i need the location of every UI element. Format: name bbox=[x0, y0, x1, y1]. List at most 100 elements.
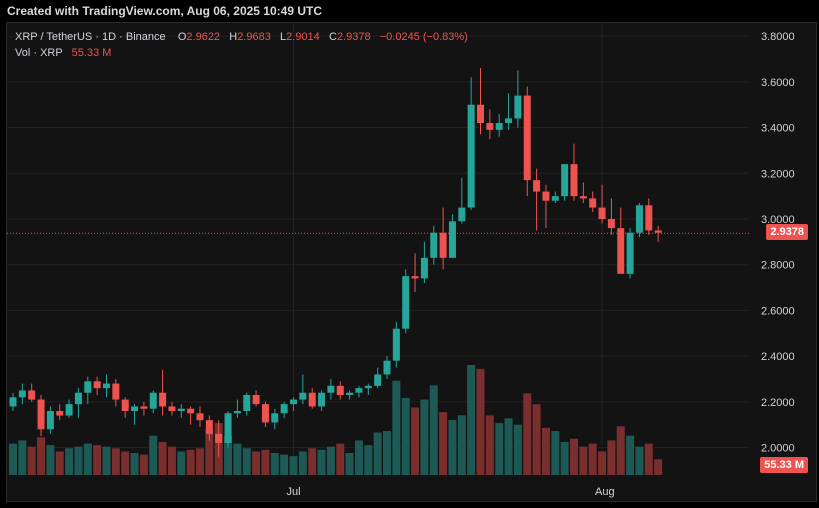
candle-body[interactable] bbox=[280, 404, 288, 414]
candle-body[interactable] bbox=[28, 390, 36, 400]
candle-body[interactable] bbox=[495, 123, 503, 130]
candle-body[interactable] bbox=[645, 205, 653, 231]
volume-bar bbox=[326, 446, 335, 475]
candle-body[interactable] bbox=[215, 433, 223, 443]
candle-body[interactable] bbox=[84, 381, 92, 393]
volume-bar bbox=[607, 440, 616, 475]
candle-body[interactable] bbox=[486, 123, 494, 130]
volume-bar bbox=[411, 407, 420, 475]
candle-body[interactable] bbox=[346, 392, 354, 395]
volume-bar bbox=[55, 451, 64, 475]
y-tick-label: 2.2000 bbox=[761, 397, 795, 409]
candle-body[interactable] bbox=[308, 392, 316, 407]
candle-body[interactable] bbox=[18, 390, 26, 398]
candle-body[interactable] bbox=[411, 276, 419, 279]
candle-body[interactable] bbox=[46, 411, 54, 430]
open-value: 2.9622 bbox=[186, 31, 221, 43]
volume-bar bbox=[74, 446, 83, 475]
candle-body[interactable] bbox=[654, 230, 662, 233]
candle-body[interactable] bbox=[448, 221, 456, 258]
volume-bar bbox=[373, 432, 382, 475]
y-tick-label: 3.2000 bbox=[761, 168, 795, 180]
volume-bar bbox=[383, 431, 391, 475]
candle-body[interactable] bbox=[561, 164, 569, 197]
volume-bar bbox=[570, 438, 578, 475]
candle-body[interactable] bbox=[121, 399, 129, 411]
candle-body[interactable] bbox=[570, 164, 578, 197]
candle-body[interactable] bbox=[327, 385, 335, 393]
volume-bar bbox=[139, 454, 148, 475]
candle-body[interactable] bbox=[205, 420, 213, 434]
volume-bar bbox=[644, 443, 653, 475]
candle-body[interactable] bbox=[598, 207, 606, 219]
candle-body[interactable] bbox=[261, 404, 269, 423]
candle-body[interactable] bbox=[318, 392, 326, 407]
volume-bar bbox=[541, 427, 550, 475]
candle-body[interactable] bbox=[533, 180, 541, 192]
candle-body[interactable] bbox=[635, 205, 643, 233]
candle-body[interactable] bbox=[355, 388, 363, 393]
watermark-bar: Created with TradingView.com, Aug 06, 20… bbox=[0, 0, 819, 22]
candle-body[interactable] bbox=[290, 399, 297, 405]
candle-body[interactable] bbox=[514, 95, 522, 119]
candle-body[interactable] bbox=[579, 196, 587, 199]
candle-body[interactable] bbox=[149, 392, 157, 409]
candle-body[interactable] bbox=[159, 392, 167, 407]
candle-body[interactable] bbox=[140, 406, 148, 409]
candle-body[interactable] bbox=[336, 385, 344, 395]
candle-body[interactable] bbox=[607, 219, 615, 229]
candle-body[interactable] bbox=[74, 392, 82, 405]
x-tick-label: Jul bbox=[287, 486, 301, 498]
candle-body[interactable] bbox=[112, 383, 120, 400]
candle-body[interactable] bbox=[551, 196, 559, 201]
volume-bar bbox=[598, 451, 607, 475]
candle-body[interactable] bbox=[243, 395, 251, 411]
candle-body[interactable] bbox=[589, 198, 597, 208]
y-tick-label: 3.4000 bbox=[761, 123, 795, 135]
x-tick-label: Aug bbox=[595, 486, 615, 498]
candle-body[interactable] bbox=[439, 232, 447, 258]
candle-body[interactable] bbox=[477, 104, 484, 123]
candle-body[interactable] bbox=[103, 383, 110, 389]
candle-body[interactable] bbox=[542, 191, 550, 201]
candle-body[interactable] bbox=[233, 411, 241, 414]
candle-body[interactable] bbox=[617, 228, 625, 274]
candle-body[interactable] bbox=[467, 104, 475, 208]
candle-body[interactable] bbox=[177, 408, 185, 411]
candle-body[interactable] bbox=[420, 257, 428, 279]
candle-body[interactable] bbox=[65, 404, 73, 416]
candle-body[interactable] bbox=[505, 118, 513, 123]
y-tick-label: 3.6000 bbox=[761, 77, 795, 89]
candle-body[interactable] bbox=[56, 411, 64, 416]
symbol-label[interactable]: XRP / TetherUS · 1D · Binance bbox=[15, 31, 166, 43]
candle-body[interactable] bbox=[252, 395, 260, 405]
candle-body[interactable] bbox=[93, 381, 101, 389]
candle-body[interactable] bbox=[224, 413, 232, 443]
candle-body[interactable] bbox=[430, 232, 438, 258]
candle-body[interactable] bbox=[187, 408, 195, 414]
candle-body[interactable] bbox=[131, 406, 139, 411]
volume-bar bbox=[532, 404, 541, 475]
candle-body[interactable] bbox=[9, 397, 17, 407]
candle-body[interactable] bbox=[523, 95, 531, 181]
candle-body[interactable] bbox=[196, 413, 204, 421]
candle-body[interactable] bbox=[299, 392, 307, 400]
candle-body[interactable] bbox=[392, 328, 400, 361]
high-value: 2.9683 bbox=[237, 31, 271, 43]
created-with-text: Created with TradingView.com, Aug 06, 20… bbox=[7, 4, 322, 18]
volume-bar bbox=[158, 442, 167, 475]
y-tick-label: 2.0000 bbox=[761, 443, 795, 455]
candle-body[interactable] bbox=[458, 207, 466, 222]
candle-body[interactable] bbox=[402, 276, 410, 329]
candle-body[interactable] bbox=[383, 360, 391, 375]
candle-body[interactable] bbox=[37, 399, 45, 430]
candle-body[interactable] bbox=[374, 374, 382, 386]
candle-body[interactable] bbox=[168, 406, 176, 411]
volume-bar bbox=[261, 449, 270, 475]
candlestick-chart[interactable]: 3.80003.60003.40003.20003.00002.80002.60… bbox=[7, 23, 818, 503]
candle-body[interactable] bbox=[626, 232, 634, 274]
volume-label[interactable]: Vol · XRP bbox=[15, 47, 63, 59]
chart-area[interactable]: 3.8000 3.6000 3.4000 3.2000 3.0000 2.8000 2.60… bbox=[6, 22, 817, 502]
candle-body[interactable] bbox=[271, 413, 279, 423]
candle-body[interactable] bbox=[364, 385, 372, 389]
